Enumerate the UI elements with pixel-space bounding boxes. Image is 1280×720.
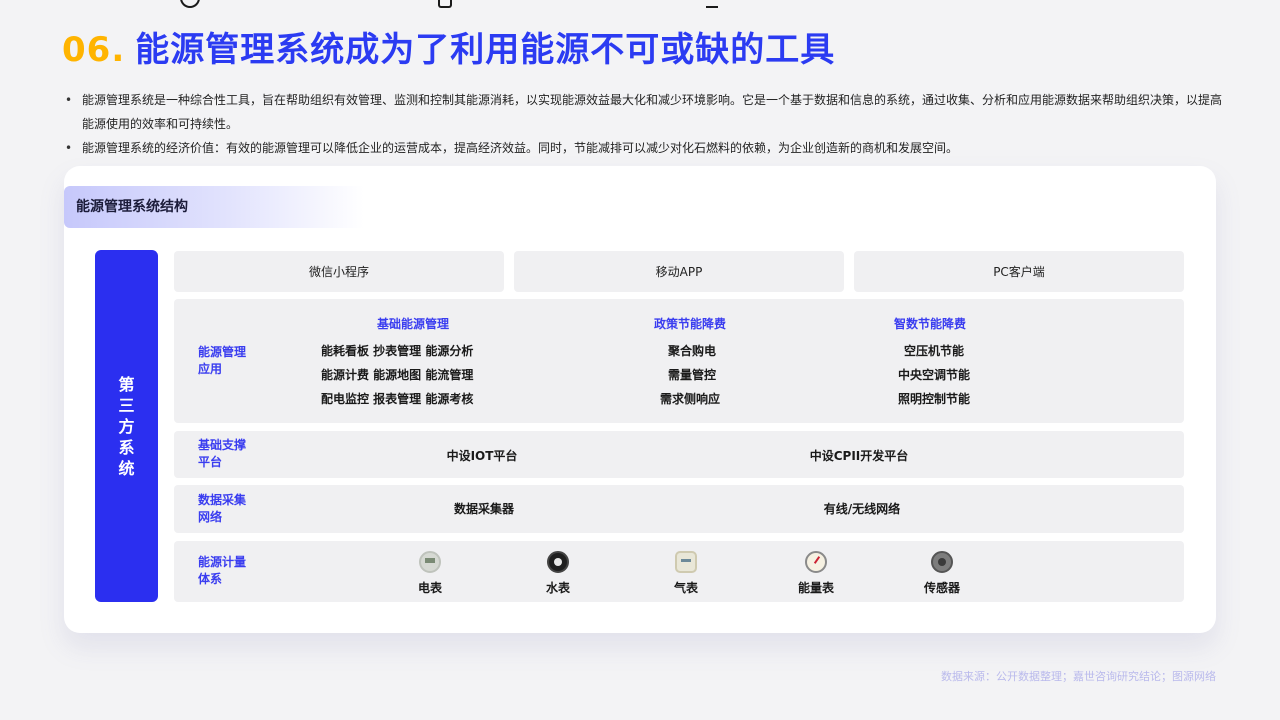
card-title: 能源管理系统结构: [64, 186, 364, 228]
architecture-card: 能源管理系统结构 第三方系统 微信小程序 移动APP PC客户端 能源管理应用 …: [64, 166, 1216, 633]
platform-layer-label: 基础支撑平台: [198, 438, 247, 469]
bullet-item: 能源管理系统的经济价值：有效的能源管理可以降低企业的运营成本，提高经济效益。同时…: [62, 136, 1222, 160]
data-collection-label: 数据采集网络: [198, 493, 247, 524]
application-layer-label: 能源管理应用: [198, 345, 247, 376]
meter-energy: 能量表: [781, 551, 851, 596]
bullet-list: 能源管理系统是一种综合性工具，旨在帮助组织有效管理、监测和控制其能源消耗，以实现…: [62, 88, 1222, 160]
meter-electric: 电表: [395, 551, 465, 596]
meter-sensor: 传感器: [907, 551, 977, 596]
group-title-smart: 智数节能降费: [894, 317, 967, 331]
application-layer: 能源管理应用 基础能源管理 能耗看板 抄表管理 能源分析 能源计费 能源地图 能…: [174, 299, 1184, 423]
third-party-system-bar: 第三方系统: [95, 250, 158, 602]
bullet-item: 能源管理系统是一种综合性工具，旨在帮助组织有效管理、监测和控制其能源消耗，以实现…: [62, 88, 1222, 136]
meter-label: 传感器: [923, 581, 960, 595]
energy-meter-icon: [805, 551, 827, 573]
section-number: 06.: [62, 30, 126, 70]
cpii-platform: 中设CPII开发平台: [809, 449, 909, 463]
circle-icon: [180, 0, 200, 8]
meter-label: 气表: [673, 581, 698, 595]
water-meter-icon: [547, 551, 569, 573]
group-item: 能源计费 能源地图 能流管理: [321, 368, 474, 382]
title-text: 能源管理系统成为了利用能源不可或缺的工具: [135, 30, 836, 70]
group-item: 需求侧响应: [660, 392, 721, 406]
meter-water: 水表: [523, 551, 593, 596]
platform-layer: 基础支撑平台 中设IOT平台 中设CPII开发平台: [174, 431, 1184, 478]
electric-meter-icon: [419, 551, 441, 573]
data-source-note: 数据来源：公开数据整理；嘉世咨询研究结论；图源网络: [941, 670, 1216, 683]
group-title-policy: 政策节能降费: [654, 317, 727, 331]
monitor-icon: [706, 0, 718, 8]
page-title: 06. 能源管理系统成为了利用能源不可或缺的工具: [62, 22, 835, 71]
energy-metering-label: 能源计量体系: [198, 555, 247, 586]
phone-icon: [438, 0, 452, 8]
iot-platform: 中设IOT平台: [446, 449, 518, 463]
meter-label: 水表: [545, 581, 570, 595]
group-item: 空压机节能: [904, 344, 965, 358]
data-collector: 数据采集器: [453, 502, 514, 516]
group-title-basic: 基础能源管理: [377, 317, 450, 331]
data-collection-layer: 数据采集网络 数据采集器 有线/无线网络: [174, 485, 1184, 533]
group-item: 中央空调节能: [898, 368, 971, 382]
meter-gas: 气表: [651, 551, 721, 596]
group-item: 能耗看板 抄表管理 能源分析: [321, 344, 474, 358]
client-pc: PC客户端: [854, 251, 1184, 292]
meter-label: 电表: [417, 581, 442, 595]
energy-metering-layer: 能源计量体系 电表 水表 气表 能量表 传感器: [174, 541, 1184, 602]
gas-meter-icon: [675, 551, 697, 573]
group-item: 配电监控 报表管理 能源考核: [321, 392, 474, 406]
top-icons-strip: [0, 0, 1280, 8]
meter-label: 能量表: [797, 581, 834, 595]
client-wechat-mini-program: 微信小程序: [174, 251, 504, 292]
sensor-icon: [931, 551, 953, 573]
third-party-label: 第三方系统: [118, 374, 135, 478]
client-mobile-app: 移动APP: [514, 251, 844, 292]
wired-wireless-network: 有线/无线网络: [823, 502, 901, 516]
group-item: 照明控制节能: [898, 392, 971, 406]
group-item: 需量管控: [668, 368, 717, 382]
group-item: 聚合购电: [668, 344, 717, 358]
